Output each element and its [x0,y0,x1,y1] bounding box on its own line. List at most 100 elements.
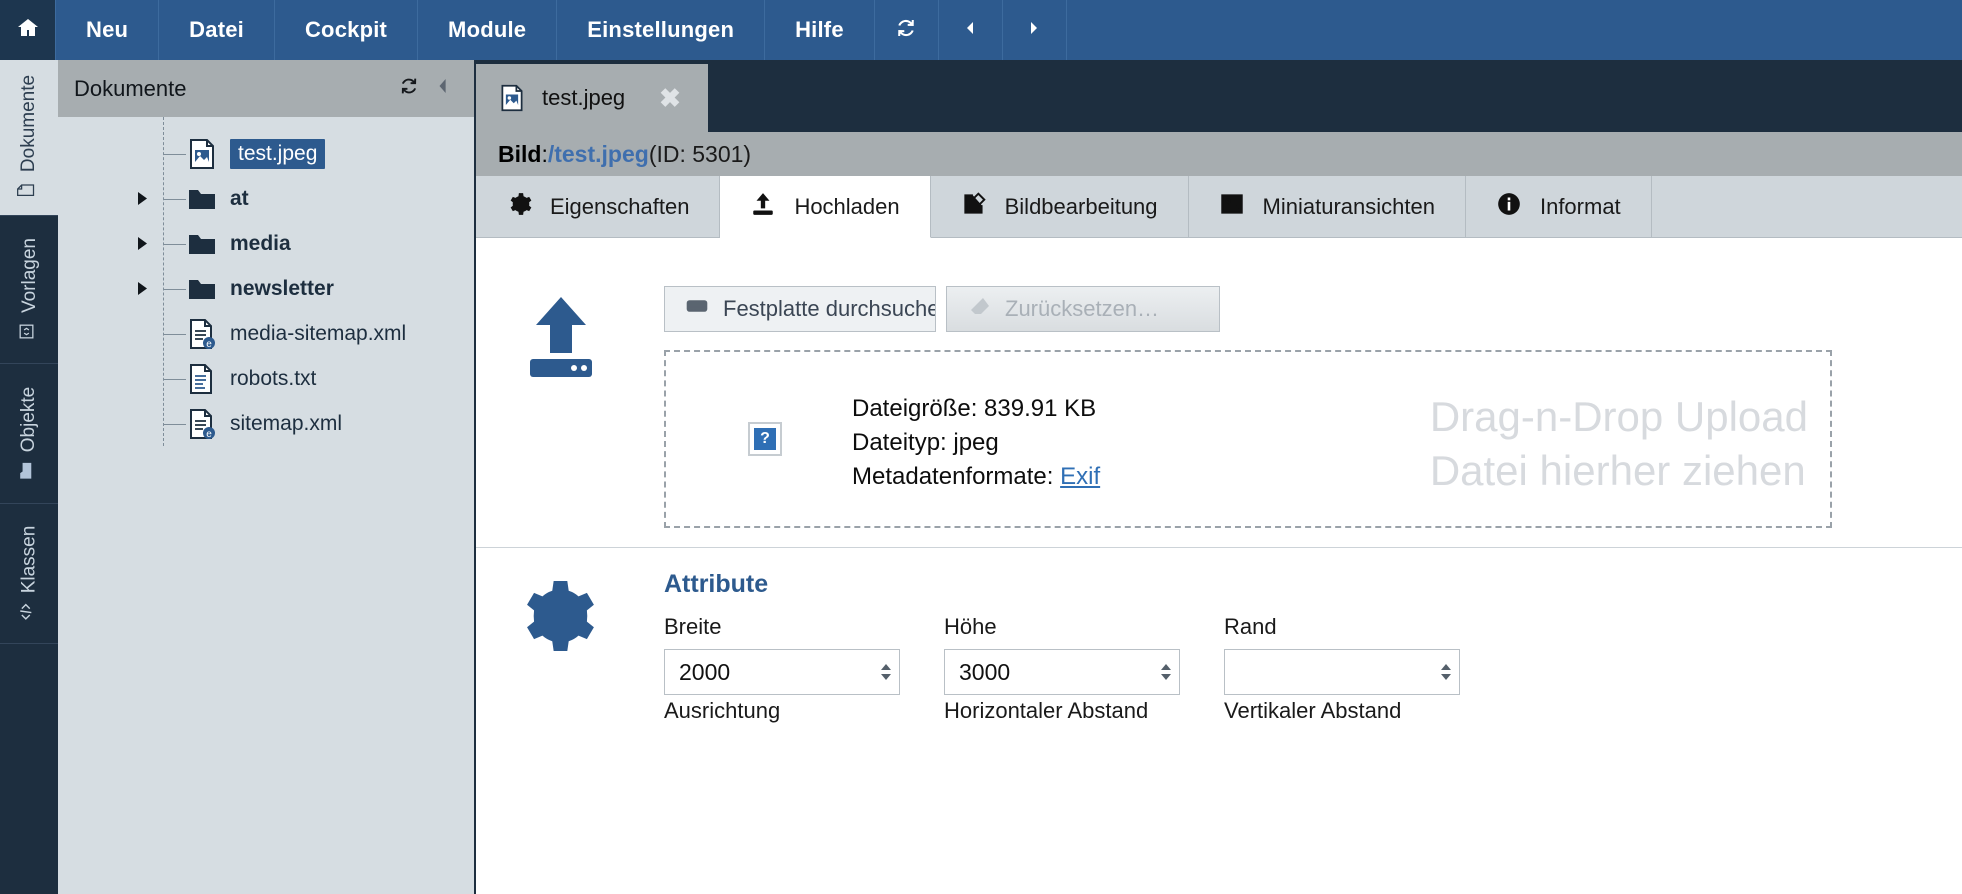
tree-item-label: newsletter [230,276,334,300]
field-label: Vertikaler Abstand [1224,698,1402,723]
previous-button[interactable] [939,0,1003,60]
svg-text:e: e [206,339,212,350]
menu-item-module[interactable]: Module [418,0,558,60]
menu-item-cockpit[interactable]: Cockpit [275,0,419,60]
harddisk-icon [685,294,709,324]
tree-expander-icon[interactable] [134,236,150,252]
home-button[interactable] [0,0,56,60]
tab-bildbearbeitung[interactable]: Bildbearbeitung [931,176,1189,237]
menu-label: Hilfe [795,17,844,42]
height-value: 3000 [959,658,1011,685]
tab-miniaturansichten[interactable]: Miniaturansichten [1189,176,1466,237]
tree-refresh-button[interactable] [392,72,426,106]
field-group-hoehe: Höhe 3000 [944,614,1224,695]
tree-expander-icon[interactable] [134,191,150,207]
border-stepper[interactable] [1441,664,1451,680]
folder-icon [186,273,218,305]
tree-title: Dokumente [74,75,187,101]
next-button[interactable] [1003,0,1067,60]
question-glyph: ? [754,428,776,450]
page-file-icon: e [186,318,218,350]
svg-text:e: e [206,429,212,440]
sidebar-item-dokumente[interactable]: Dokumente [0,60,58,216]
tree-item-media-sitemap-xml[interactable]: e media-sitemap.xml [58,311,474,356]
dropzone[interactable]: ? Dateigröße: 839.91 KB Dateityp: jpeg M… [664,350,1832,528]
tree-item-robots-txt[interactable]: robots.txt [58,356,474,401]
menu-item-datei[interactable]: Datei [159,0,275,60]
exif-link[interactable]: Exif [1060,463,1100,490]
document-tab-test-jpeg[interactable]: test.jpeg ✖ [476,64,708,132]
menu-label: Einstellungen [587,17,735,42]
sidebar-item-label: Klassen [18,525,40,594]
question-mark-icon[interactable]: ? [748,422,782,456]
documents-tree-panel: Dokumente test.jpeg at media newsletter … [58,60,476,894]
eraser-icon [967,294,991,324]
previous-icon [962,20,978,41]
tree-item-label: media-sitemap.xml [230,321,407,345]
menu-label: Neu [86,17,129,42]
tree-item-newsletter[interactable]: newsletter [58,266,474,311]
tree-body: test.jpeg at media newsletter e media-si… [58,117,474,446]
folder-icon [17,461,42,480]
tree-expander-icon[interactable] [134,281,150,297]
refresh-button[interactable] [875,0,939,60]
field-group-breite: Breite 2000 [664,614,944,695]
image-file-icon [186,138,218,170]
filesize-text: Dateigröße: 839.91 KB [852,395,1097,422]
top-menu-bar: Neu Datei Cockpit Module Einstellungen H… [0,0,1962,60]
attributes-row-2: Ausrichtung Horizontaler Abstand Vertika… [664,698,1504,733]
tree-collapse-button[interactable] [426,72,460,106]
tree-elbow [164,333,186,335]
tab-label: Informat [1539,193,1621,219]
width-value: 2000 [679,658,731,685]
refresh-icon [894,16,918,45]
width-input[interactable]: 2000 [664,649,900,695]
text-file-icon [186,363,218,395]
sidebar-item-klassen[interactable]: Klassen [0,504,58,644]
field-label: Breite [664,614,722,639]
close-icon[interactable]: ✖ [659,85,681,111]
upload-cloud-icon [522,293,600,381]
field-group-rand: Rand [1224,614,1504,695]
attributes-title: Attribute [664,570,769,598]
image-icon [1219,191,1245,223]
page-file-icon: e [186,408,218,440]
breadcrumb-path-link[interactable]: /test.jpeg [548,141,649,168]
dropzone-hint-line2: Datei hierher ziehen [1429,446,1806,494]
browse-disk-button[interactable]: Festplatte durchsuchen [664,286,936,332]
sidebar-item-vorlagen[interactable]: Vorlagen [0,216,58,364]
tree-item-media[interactable]: media [58,221,474,266]
tab-eigenschaften[interactable]: Eigenschaften [476,176,721,237]
metadata-label: Metadatenformate: [852,463,1061,491]
tree-item-label: test.jpeg [230,138,326,169]
file-info: Dateigröße: 839.91 KB Dateityp: jpeg Met… [852,392,1100,494]
menu-item-neu[interactable]: Neu [56,0,160,60]
reset-label: Zurücksetzen… [1005,296,1160,321]
tree-item-sitemap-xml[interactable]: e sitemap.xml [58,401,474,446]
refresh-icon [398,75,420,102]
tree-item-label: media [230,231,291,255]
menu-label: Module [448,17,527,42]
height-input[interactable]: 3000 [944,649,1180,695]
sidebar-item-label: Dokumente [18,74,40,173]
tree-item-label: robots.txt [230,366,317,390]
border-input[interactable] [1224,649,1460,695]
attributes-row-1: Breite 2000 Höhe 3000 Rand [664,614,1504,695]
template-icon [17,322,42,341]
menu-label: Cockpit [304,17,388,42]
tab-informationen[interactable]: Informat [1466,176,1652,237]
tab-hochladen[interactable]: Hochladen [720,176,931,238]
tree-elbow [164,378,186,380]
sidebar-item-objekte[interactable]: Objekte [0,364,58,504]
breadcrumb: Bild: /test.jpeg (ID: 5301) [476,132,1962,176]
menu-item-hilfe[interactable]: Hilfe [765,0,875,60]
reset-button[interactable]: Zurücksetzen… [946,286,1220,332]
menu-item-einstellungen[interactable]: Einstellungen [557,0,766,60]
height-stepper[interactable] [1161,664,1171,680]
tree-item-at[interactable]: at [58,176,474,221]
tree-item-test-jpeg[interactable]: test.jpeg [58,131,474,176]
dropzone-hint: Drag-n-Drop Upload Datei hierher ziehen [1430,390,1808,498]
width-stepper[interactable] [881,664,891,680]
gear-icon [512,574,596,663]
tab-label: Eigenschaften [550,193,690,219]
